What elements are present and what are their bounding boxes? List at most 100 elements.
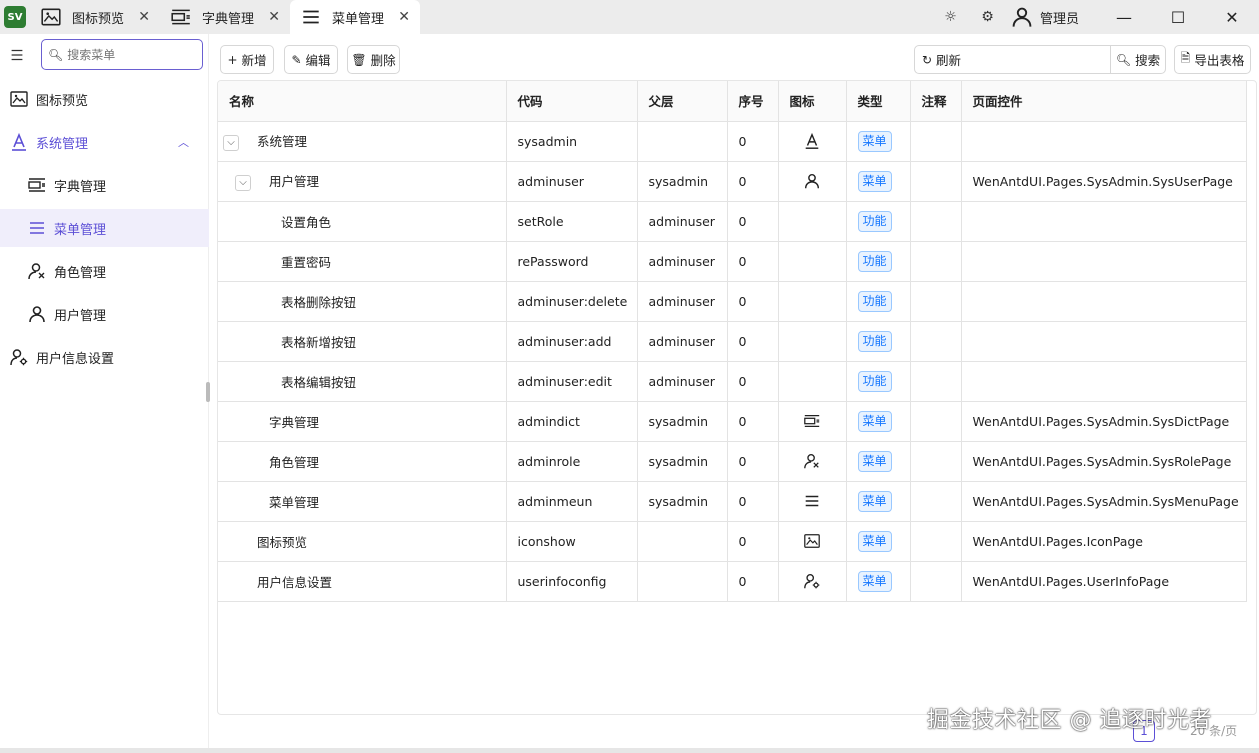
sidebar-item-icon-preview[interactable]: 图标预览 [0,80,209,118]
cell-name: 角色管理 [218,441,507,482]
table-row[interactable]: 用户信息设置 userinfoconfig 0 菜单 WenAntdUI.Pages.U… [218,561,1247,602]
close-icon[interactable]: ✕ [398,9,410,25]
close-window-button[interactable]: ✕ [1205,0,1259,34]
row-name: 系统管理 [257,134,308,150]
close-icon[interactable]: ✕ [138,9,150,25]
cell-parent: sysadmin [637,401,728,442]
column-header[interactable]: 父层 [637,81,728,122]
maximize-button[interactable]: ☐ [1151,0,1205,34]
chevron-down-icon[interactable]: ⌵ [223,134,239,151]
bottom-scrollbar[interactable] [0,748,1259,753]
cell-order: 0 [727,521,779,562]
tab-icon-preview[interactable]: 图标预览 ✕ [30,0,160,34]
chevron-down-icon[interactable]: ⌵ [235,174,251,191]
refresh-button[interactable]: ↻ 刷新 [914,45,969,74]
hamburger-icon[interactable] [8,46,26,64]
app-logo: SV [4,6,26,28]
menu-lines-icon [803,492,821,510]
sidebar-item-user[interactable]: 用户管理 [0,295,209,333]
row-name: 用户管理 [269,174,320,190]
search-icon: 🔍︎ [48,47,64,62]
font-a-icon [803,132,821,150]
column-header[interactable]: 类型 [846,81,911,122]
table-row[interactable]: ⌵ 系统管理 sysadmin 0 菜单 [218,121,1247,162]
search-icon: 🔍︎ [1115,52,1132,67]
sidebar-item-system[interactable]: 系统管理 ︿ [0,123,209,161]
cell-code: setRole [506,201,638,242]
cell-name: 重置密码 [218,241,507,282]
cell-type: 功能 [846,281,911,322]
cell-name: 字典管理 [218,401,507,442]
cell-parent: adminuser [637,361,728,402]
cell-icon [778,361,847,402]
table-row[interactable]: 表格编辑按钮 adminuser:edit adminuser 0 功能 [218,361,1247,402]
table-row[interactable]: 重置密码 rePassword adminuser 0 功能 [218,241,1247,282]
image-icon [9,89,29,109]
cell-name: ⌵ 系统管理 [218,121,507,162]
edit-button[interactable]: ✎ 编辑 [284,45,338,74]
cell-note [910,281,962,322]
row-name: 字典管理 [269,414,320,430]
table-row[interactable]: 菜单管理 adminmeun sysadmin 0 菜单 WenAntdUI.Pages.… [218,481,1247,522]
column-header[interactable]: 名称 [218,81,507,122]
sidebar-item-role[interactable]: 角色管理 [0,252,209,290]
type-badge: 菜单 [857,490,892,512]
column-header[interactable]: 图标 [778,81,847,122]
column-header[interactable]: 序号 [727,81,779,122]
table-search-input[interactable] [968,45,1110,74]
search-input[interactable] [67,47,198,62]
cell-code: adminuser:add [506,321,638,362]
column-header[interactable]: 页面控件 [961,81,1247,122]
gear-icon[interactable]: ⚙ [969,0,1006,34]
cell-order: 0 [727,161,779,202]
chevron-up-icon: ︿ [178,136,189,149]
cell-page: WenAntdUI.Pages.SysAdmin.SysMenuPage [961,481,1247,522]
menu-lines-icon [300,6,322,28]
sidebar-item-label: 菜单管理 [54,222,107,238]
cell-name: 菜单管理 [218,481,507,522]
row-name: 图标预览 [257,534,308,550]
row-name: 角色管理 [269,454,320,470]
user-icon [803,172,821,190]
type-badge: 功能 [857,330,892,352]
type-badge: 菜单 [857,570,892,592]
cell-order: 0 [727,481,779,522]
column-header[interactable]: 代码 [506,81,638,122]
export-button[interactable]: 🗎 导出表格 [1174,45,1251,74]
table-row[interactable]: ⌵ 用户管理 adminuser sysadmin 0 菜单 WenAntdUI.Pages… [218,161,1247,202]
cell-parent: sysadmin [637,441,728,482]
sidebar-item-user-settings[interactable]: 用户信息设置 [0,338,209,376]
sidebar-search[interactable]: 🔍︎ [41,39,203,70]
table-row[interactable]: 字典管理 admindict sysadmin 0 菜单 WenAntdUI.Pages.… [218,401,1247,442]
sidebar-item-label: 图标预览 [36,93,89,109]
tab-label: 菜单管理 [332,11,385,27]
delete-button[interactable]: 🗑︎ 删除 [347,45,400,74]
add-button[interactable]: + 新增 [220,45,274,74]
tab-menu-management[interactable]: 菜单管理 ✕ [290,0,420,34]
column-header[interactable]: 注释 [910,81,962,122]
sidebar-item-menu[interactable]: 菜单管理 [0,209,209,247]
cell-code: rePassword [506,241,638,282]
cell-icon [778,321,847,362]
minimize-button[interactable]: — [1097,0,1151,34]
sidebar-splitter[interactable] [206,382,210,402]
user-menu[interactable]: 管理员 [1010,5,1079,29]
sun-icon[interactable]: ☼ [932,0,969,34]
table-row[interactable]: 表格新增按钮 adminuser:add adminuser 0 功能 [218,321,1247,362]
table-row[interactable]: 图标预览 iconshow 0 菜单 WenAntdUI.Pages.IconPage [218,521,1247,562]
sidebar-item-dict[interactable]: 字典管理 [0,166,209,204]
table-row[interactable]: 表格删除按钮 adminuser:delete adminuser 0 功能 [218,281,1247,322]
type-badge: 功能 [857,250,892,272]
search-button[interactable]: 🔍︎ 搜索 [1110,45,1166,74]
tab-label: 图标预览 [72,11,125,27]
table-row[interactable]: 设置角色 setRole adminuser 0 功能 [218,201,1247,242]
cell-note [910,201,962,242]
tab-dict-management[interactable]: 字典管理 ✕ [160,0,290,34]
close-icon[interactable]: ✕ [268,9,280,25]
cell-note [910,241,962,282]
cell-page [961,241,1247,282]
type-badge: 功能 [857,370,892,392]
cell-icon [778,281,847,322]
table-row[interactable]: 角色管理 adminrole sysadmin 0 菜单 WenAntdUI.Pages.… [218,441,1247,482]
user-settings-icon [803,572,821,590]
